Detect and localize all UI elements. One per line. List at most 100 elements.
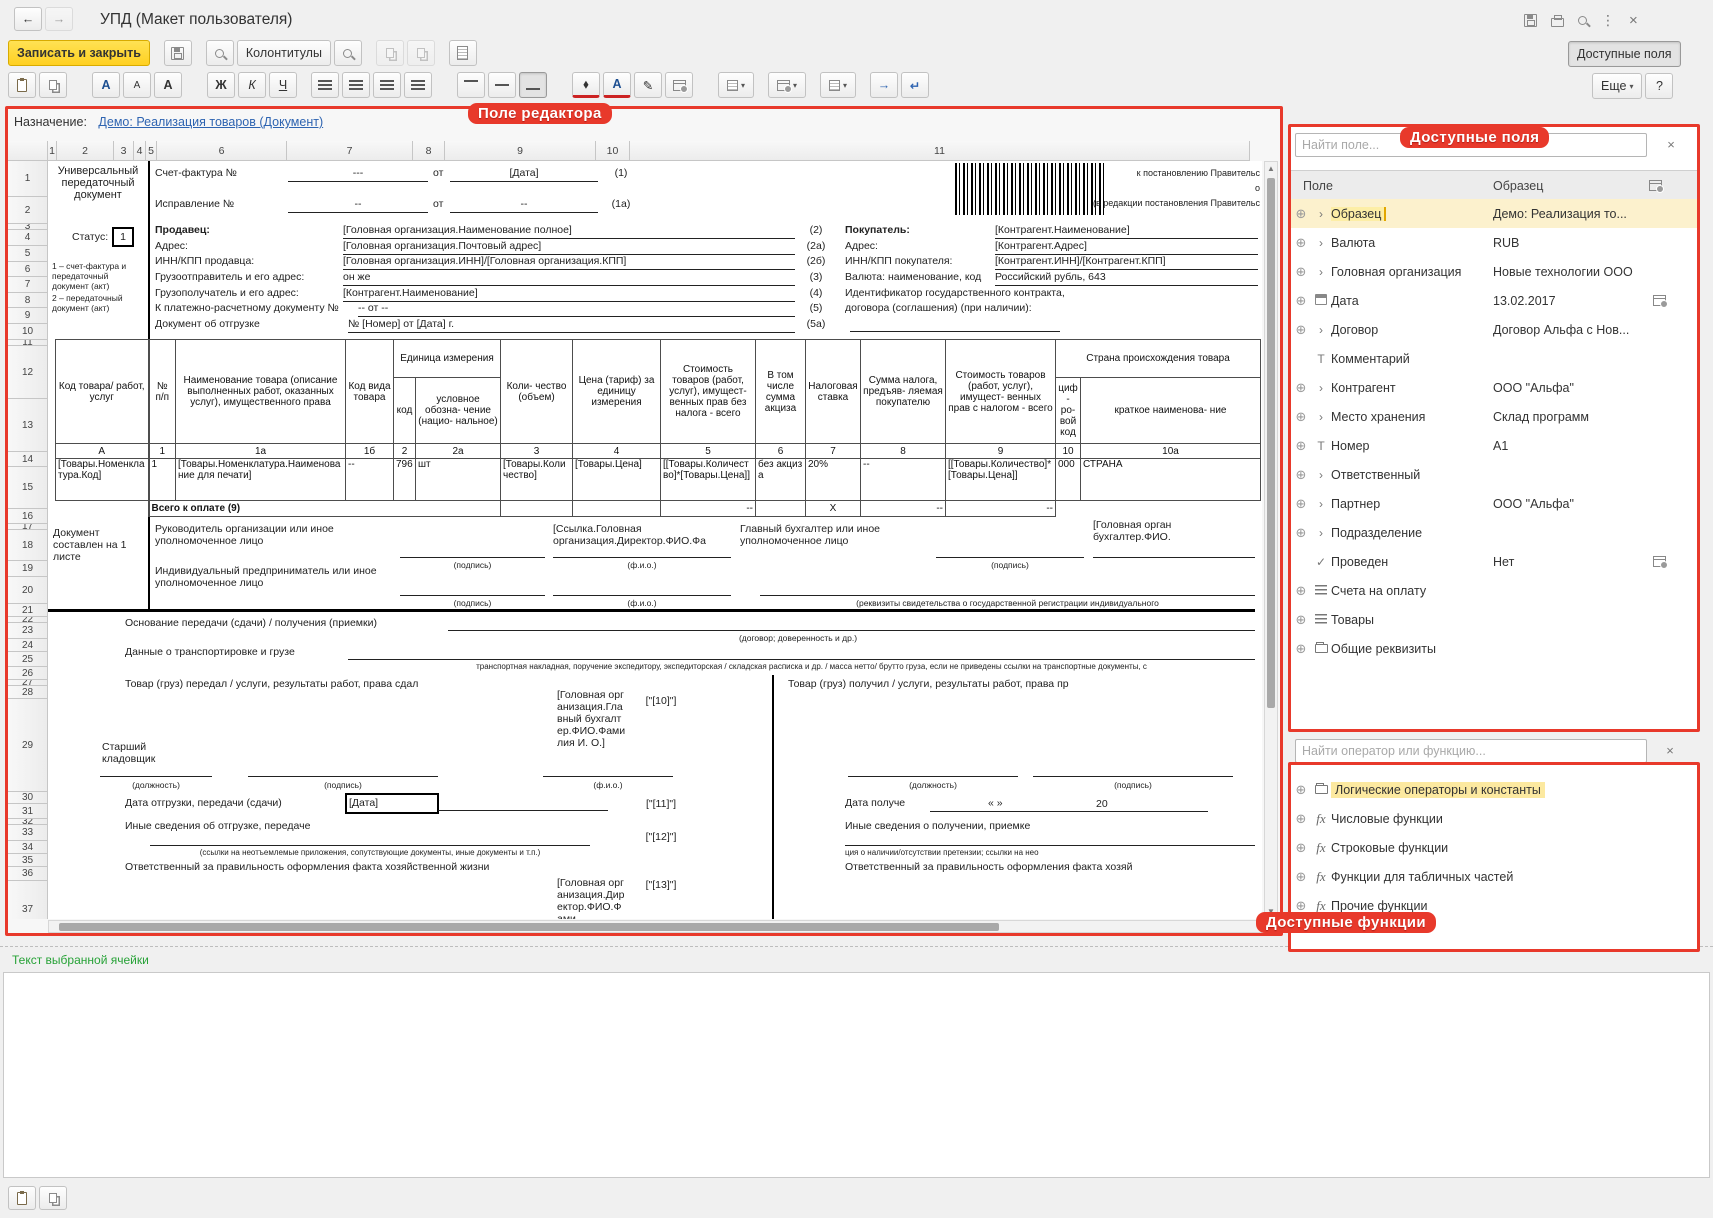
field-row-12[interactable]: ⊕›Подразделение	[1291, 518, 1697, 547]
form-table-cell[interactable]: [Товары.Количество]	[501, 459, 573, 501]
column-header-10[interactable]: 10	[596, 141, 630, 161]
form-table-cell[interactable]: Стоимость товаров (работ, услуг), имущес…	[661, 340, 756, 444]
selected-cell-text-link[interactable]: Текст выбранной ячейки	[12, 953, 149, 967]
find-button[interactable]	[334, 40, 362, 66]
field-row-2[interactable]: ⊕›ВалютаRUB	[1291, 228, 1697, 257]
form-table-cell[interactable]: Стоимость товаров (работ, услуг), имущес…	[946, 340, 1056, 444]
function-group-name[interactable]: Числовые функции	[1331, 812, 1443, 826]
form-table-cell[interactable]	[501, 501, 573, 517]
add-field-icon[interactable]: ⊕	[1291, 467, 1311, 483]
row-header-21[interactable]: 21	[8, 604, 48, 617]
function-group-row-2[interactable]: ⊕fxЧисловые функции	[1291, 804, 1697, 833]
purpose-link[interactable]: Демо: Реализация товаров (Документ)	[98, 115, 323, 129]
form-table-cell[interactable]: [[Товары.Количество]*[Товары.Цена]]	[946, 459, 1056, 501]
field-name[interactable]: Проведен	[1331, 555, 1388, 569]
form-table-cell[interactable]: В том числе сумма акциза	[756, 340, 806, 444]
add-field-icon[interactable]: ⊕	[1291, 380, 1311, 396]
valign-top-button[interactable]	[457, 72, 485, 98]
field-name[interactable]: Общие реквизиты	[1331, 642, 1436, 656]
form-table-cell[interactable]: краткое наименова- ние	[1081, 378, 1261, 444]
function-search-input[interactable]	[1295, 739, 1647, 763]
close-icon[interactable]: ×	[1629, 12, 1638, 29]
field-row-16[interactable]: ⊕ Общие реквизиты	[1291, 634, 1697, 663]
add-field-icon[interactable]: ⊕	[1291, 641, 1311, 657]
form-table-cell[interactable]: 5	[661, 444, 756, 459]
picture-dropdown[interactable]: ▾	[820, 72, 856, 98]
form-table-cell[interactable]: 8	[861, 444, 946, 459]
form-table-cell[interactable]: 9	[946, 444, 1056, 459]
field-settings-icon[interactable]	[1653, 295, 1666, 306]
font-button[interactable]: А	[92, 72, 120, 98]
clear-format-button[interactable]	[665, 72, 693, 98]
chevron-icon[interactable]: ›	[1311, 323, 1331, 337]
field-row-10[interactable]: ⊕›Ответственный	[1291, 460, 1697, 489]
column-header-6[interactable]: 6	[157, 141, 287, 161]
row-header-30[interactable]: 30	[8, 792, 48, 804]
copy-text-button[interactable]	[39, 1186, 67, 1210]
field-row-14[interactable]: ⊕Счета на оплату	[1291, 576, 1697, 605]
form-table-cell[interactable]: 1	[149, 444, 176, 459]
row-header-7[interactable]: 7	[8, 277, 48, 293]
add-field-icon[interactable]: ⊕	[1291, 235, 1311, 251]
save-icon[interactable]	[1524, 14, 1537, 27]
underline-button[interactable]: Ч	[269, 72, 297, 98]
form-table-cell[interactable]: Сумма налога, предъяв- ляемая покупателю	[861, 340, 946, 444]
form-table-cell[interactable]	[56, 501, 149, 517]
function-group-row-4[interactable]: ⊕fxФункции для табличных частей	[1291, 862, 1697, 891]
insert-break-button[interactable]: ↵	[901, 72, 929, 98]
add-field-icon[interactable]: ⊕	[1291, 525, 1311, 541]
column-header-3[interactable]: 3	[114, 141, 134, 161]
v-scrollbar[interactable]: ▲ ▼	[1264, 161, 1278, 919]
form-table-cell[interactable]: --	[346, 459, 394, 501]
field-row-8[interactable]: ⊕›Место храненияСклад программ	[1291, 402, 1697, 431]
forward-button[interactable]: →	[45, 7, 73, 31]
calendar-icon[interactable]	[1311, 294, 1331, 308]
chevron-icon[interactable]: ›	[1311, 497, 1331, 511]
paste-text-button[interactable]	[8, 1186, 36, 1210]
form-table-cell[interactable]: СТРАНА	[1081, 459, 1261, 501]
page-setup-button[interactable]	[449, 40, 477, 66]
field-name[interactable]: Договор	[1331, 323, 1378, 337]
available-fields-toggle[interactable]: Доступные поля	[1568, 41, 1681, 67]
form-table-cell[interactable]: № п/п	[149, 340, 176, 444]
column-header-8[interactable]: 8	[413, 141, 445, 161]
add-function-icon[interactable]: ⊕	[1291, 811, 1311, 827]
field-row-11[interactable]: ⊕›ПартнерООО "Альфа"	[1291, 489, 1697, 518]
layout-canvas[interactable]: Универсальный передаточный документ Стат…	[48, 161, 1262, 919]
col-sample[interactable]: Образец	[1493, 179, 1649, 193]
check-icon[interactable]: ✓	[1311, 555, 1331, 569]
valign-middle-button[interactable]	[488, 72, 516, 98]
save-button[interactable]	[164, 40, 192, 66]
add-function-icon[interactable]: ⊕	[1291, 869, 1311, 885]
cells-dropdown[interactable]: ▾	[768, 72, 806, 98]
form-table-cell[interactable]: 3	[501, 444, 573, 459]
form-table-cell[interactable]: --	[946, 501, 1056, 517]
paste-button[interactable]	[8, 72, 36, 98]
function-group-name[interactable]: Прочие функции	[1331, 899, 1427, 913]
pen-button[interactable]: ✎	[634, 72, 662, 98]
row-header-36[interactable]: 36	[8, 867, 48, 881]
borders-dropdown[interactable]: ▾	[718, 72, 754, 98]
form-table-cell[interactable]	[573, 501, 661, 517]
chevron-icon[interactable]: ›	[1311, 410, 1331, 424]
row-header-8[interactable]: 8	[8, 293, 48, 308]
form-table-cell[interactable]: 1	[149, 459, 176, 501]
add-field-icon[interactable]: ⊕	[1291, 322, 1311, 338]
insert-field-button[interactable]: →	[870, 72, 898, 98]
report-settings-icon[interactable]	[1649, 180, 1662, 191]
field-name[interactable]: Партнер	[1331, 497, 1380, 511]
align-center-button[interactable]	[342, 72, 370, 98]
form-table-cell[interactable]: 2	[394, 444, 416, 459]
row-header-9[interactable]: 9	[8, 308, 48, 324]
row-header-31[interactable]: 31	[8, 804, 48, 819]
row-header-35[interactable]: 35	[8, 854, 48, 867]
form-table-cell[interactable]: Код вида товара	[346, 340, 394, 444]
headers-footers-button[interactable]: Колонтитулы	[237, 40, 331, 66]
field-name[interactable]: Головная организация	[1331, 265, 1461, 279]
kebab-menu-icon[interactable]: ⋮	[1601, 12, 1615, 29]
copy-layout-button[interactable]	[376, 40, 404, 66]
row-header-10[interactable]: 10	[8, 324, 48, 340]
add-function-icon[interactable]: ⊕	[1291, 840, 1311, 856]
column-header-7[interactable]: 7	[287, 141, 413, 161]
row-header-16[interactable]: 16	[8, 509, 48, 524]
